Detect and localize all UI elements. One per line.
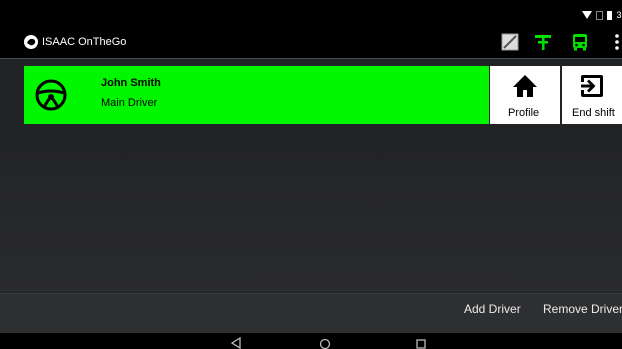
add-driver-button[interactable]: Add Driver — [464, 294, 521, 333]
end-shift-button[interactable]: End shift — [562, 66, 622, 124]
status-clock: 3: — [616, 10, 622, 20]
bus-icon — [573, 34, 587, 51]
driver-row[interactable]: John Smith Main Driver — [24, 66, 489, 124]
home-icon — [513, 75, 537, 97]
driver-role: Main Driver — [101, 97, 158, 109]
sim-icon — [596, 10, 604, 20]
steering-wheel-icon — [35, 79, 67, 111]
app-logo-icon — [24, 35, 38, 49]
app-title: ISAAC OnTheGo — [42, 36, 127, 48]
back-icon[interactable] — [229, 337, 243, 349]
recents-icon[interactable] — [414, 337, 428, 349]
system-nav-bar — [0, 333, 622, 349]
app-screen: 3: ISAAC OnTheGo — [0, 0, 622, 349]
remove-driver-button[interactable]: Remove Driver — [543, 294, 622, 333]
overflow-menu-button[interactable] — [612, 31, 622, 53]
exit-icon — [581, 75, 603, 97]
wifi-icon — [582, 11, 593, 19]
bottom-action-bar: Add Driver Remove Driver — [0, 293, 622, 333]
battery-icon — [607, 10, 613, 20]
home-circle-icon[interactable] — [318, 337, 332, 349]
profile-label: Profile — [508, 107, 540, 119]
sign-post-button[interactable] — [532, 31, 554, 53]
profile-button[interactable]: Profile — [490, 66, 560, 124]
bus-button[interactable] — [569, 31, 591, 53]
resize-button[interactable] — [499, 31, 521, 53]
driver-name: John Smith — [101, 77, 161, 89]
driver-list-area — [0, 125, 622, 292]
end-shift-label: End shift — [572, 107, 615, 119]
overflow-menu-icon — [615, 34, 619, 50]
sign-post-icon — [535, 35, 551, 50]
app-bar: ISAAC OnTheGo — [0, 25, 622, 59]
resize-icon — [501, 33, 519, 51]
